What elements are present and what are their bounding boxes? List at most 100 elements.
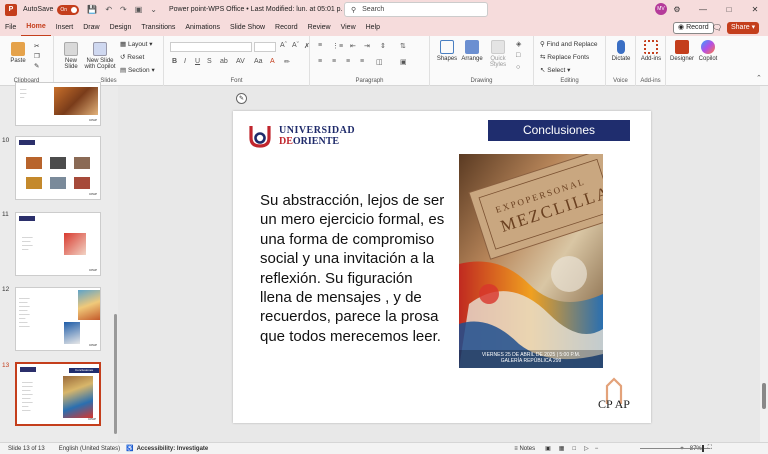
comment-icon[interactable]: 🗨 — [712, 23, 722, 32]
new-slide-copilot-button[interactable]: New Slide with Copilot — [84, 42, 116, 70]
tab-slide-show[interactable]: Slide Show — [225, 19, 270, 36]
slide-notes-icon[interactable]: ✎ — [236, 93, 247, 104]
redo-icon[interactable]: ↷ — [120, 5, 127, 14]
columns-icon[interactable]: ◫ — [376, 58, 383, 66]
quick-styles-button[interactable]: Quick Styles — [486, 40, 510, 68]
tab-transitions[interactable]: Transitions — [136, 19, 180, 36]
line-spacing-icon[interactable]: ⇕ — [380, 42, 386, 50]
format-painter-icon[interactable]: ✎ — [34, 62, 39, 70]
language-indicator[interactable]: English (United States) — [59, 446, 120, 452]
bold-icon[interactable]: B — [172, 58, 177, 65]
autosave-toggle[interactable]: On — [57, 4, 80, 15]
record-button[interactable]: ◉ Record — [673, 22, 714, 34]
change-case-icon[interactable]: Aa — [254, 58, 263, 65]
reset-button[interactable]: ↺ Reset — [120, 53, 144, 61]
shadow-icon[interactable]: ab — [220, 58, 228, 65]
settings-icon[interactable]: ⚙ — [664, 0, 690, 19]
slide-scroll-thumb[interactable] — [762, 383, 766, 409]
tab-design[interactable]: Design — [105, 19, 137, 36]
reading-view-icon[interactable]: □ — [572, 446, 576, 452]
font-family-dropdown[interactable] — [170, 42, 252, 52]
tab-view[interactable]: View — [336, 19, 361, 36]
accessibility-status[interactable]: Accessibility: Investigate — [137, 446, 209, 452]
clear-format-icon[interactable]: ✗ — [304, 42, 310, 50]
slide[interactable]: UNIVERSIDAD DEORIENTE Conclusiones Su ab… — [233, 111, 651, 423]
notes-button[interactable]: ≡ Notes — [514, 446, 535, 452]
minimize-icon[interactable]: — — [690, 0, 716, 19]
zoom-out-icon[interactable]: − — [595, 446, 599, 452]
replace-fonts-button[interactable]: ⇆ Replace Fonts — [540, 53, 589, 61]
shape-fill-icon[interactable]: ◈ — [516, 40, 521, 48]
italic-icon[interactable]: I — [184, 58, 186, 65]
justify-icon[interactable]: ≡ — [360, 58, 364, 65]
present-icon[interactable]: ▣ — [135, 5, 143, 14]
close-icon[interactable]: ✕ — [742, 0, 768, 19]
slide-thumbnail-10[interactable]: CPAP — [15, 136, 101, 200]
slide-sorter-icon[interactable]: ▦ — [559, 445, 565, 452]
tab-home[interactable]: Home — [21, 18, 51, 37]
tab-record[interactable]: Record — [270, 19, 303, 36]
find-replace-button[interactable]: ⚲ Find and Replace — [540, 40, 598, 48]
grow-font-icon[interactable]: Aˆ — [280, 42, 287, 49]
increase-indent-icon[interactable]: ⇥ — [364, 42, 370, 50]
slide-thumbnail-13[interactable]: Conclusiones ───── ───── ──── ───── ──── ────… — [15, 362, 101, 426]
exhibition-poster-image[interactable]: EXPOPERSONAL MEZCLILLA VIERNES 25 DE ABR… — [459, 154, 603, 368]
tab-review[interactable]: Review — [303, 19, 336, 36]
ribbon-collapse-icon[interactable]: ⌃ — [756, 74, 762, 82]
font-color-icon[interactable]: A — [270, 58, 275, 65]
search-input[interactable]: ⚲ Search — [344, 2, 488, 17]
align-center-icon[interactable]: ≡ — [332, 58, 336, 65]
copilot-button[interactable]: Copilot — [696, 40, 720, 62]
align-right-icon[interactable]: ≡ — [346, 58, 350, 65]
shapes-icon — [440, 40, 454, 54]
paste-button[interactable]: Paste — [6, 42, 30, 64]
strikethrough-icon[interactable]: S — [207, 58, 212, 65]
customize-icon[interactable]: ⌄ — [150, 5, 157, 14]
arrange-button[interactable]: Arrange — [460, 40, 484, 62]
bullets-icon[interactable]: ≡ — [318, 42, 322, 49]
select-button[interactable]: ↖ Select ▾ — [540, 66, 570, 74]
copy-icon[interactable]: ❐ — [34, 52, 40, 60]
font-size-dropdown[interactable] — [254, 42, 276, 52]
drawing-group: Shapes Arrange Quick Styles ◈ □ ○ Drawin… — [430, 36, 534, 86]
shapes-button[interactable]: Shapes — [436, 40, 458, 62]
align-left-icon[interactable]: ≡ — [318, 58, 322, 65]
maximize-icon[interactable]: □ — [716, 0, 742, 19]
shrink-font-icon[interactable]: Aˇ — [292, 42, 299, 49]
tab-file[interactable]: File — [0, 19, 21, 36]
numbering-icon[interactable]: ⋮≡ — [332, 42, 343, 50]
slide-thumbnail-11[interactable]: ───── ──── ───── ─── CPAP — [15, 212, 101, 276]
decrease-indent-icon[interactable]: ⇤ — [350, 42, 356, 50]
save-icon[interactable]: 💾 — [87, 5, 97, 14]
highlight-icon[interactable]: ✏ — [284, 58, 290, 66]
tab-draw[interactable]: Draw — [78, 19, 104, 36]
shape-outline-icon[interactable]: □ — [516, 52, 520, 59]
thumbnail-scrollbar[interactable] — [114, 314, 117, 434]
tab-insert[interactable]: Insert — [51, 19, 79, 36]
dictate-button[interactable]: Dictate — [608, 40, 634, 62]
designer-button[interactable]: Designer — [668, 40, 696, 62]
text-direction-icon[interactable]: ⇅ — [400, 42, 406, 50]
addins-button[interactable]: Add-ins — [638, 40, 664, 62]
cut-icon[interactable]: ✂ — [34, 42, 39, 50]
char-spacing-icon[interactable]: AV — [236, 58, 245, 65]
layout-button[interactable]: ▦ Layout ▾ — [120, 40, 153, 48]
underline-icon[interactable]: U — [195, 58, 200, 65]
zoom-slider-handle[interactable] — [702, 445, 704, 452]
normal-view-icon[interactable]: ▣ — [545, 445, 551, 452]
share-button[interactable]: Share ▾ — [727, 22, 760, 34]
section-button[interactable]: ▤ Section ▾ — [120, 66, 155, 74]
undo-icon[interactable]: ↶ — [105, 5, 112, 14]
tab-animations[interactable]: Animations — [180, 19, 225, 36]
slide-thumbnail-12[interactable]: ───── ──── ───── ──── ───── ─── ──── ───── CPAP — [15, 287, 101, 351]
tab-help[interactable]: Help — [361, 19, 385, 36]
shape-effects-icon[interactable]: ○ — [516, 64, 520, 71]
slide-body-text[interactable]: Su abstracción, lejos de ser un mero eje… — [260, 191, 445, 346]
slide-thumbnail-9[interactable]: ─── ─── ── CPAP — [15, 82, 101, 126]
font-group: Aˆ Aˇ ✗ B I U S ab AV Aa A ✏ Font — [164, 36, 310, 86]
slideshow-view-icon[interactable]: ▷ — [584, 445, 589, 452]
smartart-icon[interactable]: ▣ — [400, 58, 407, 66]
zoom-slider[interactable] — [640, 448, 710, 449]
slide-title[interactable]: Conclusiones — [488, 120, 630, 141]
new-slide-button[interactable]: New Slide — [58, 42, 84, 70]
